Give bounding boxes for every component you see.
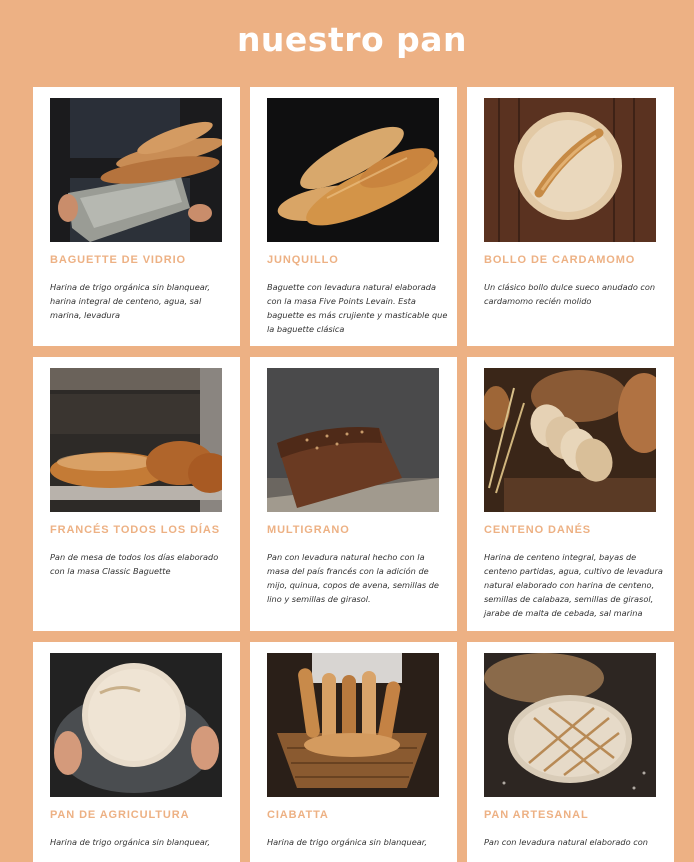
product-name: FRANCÉS TODOS LOS DÍAS xyxy=(50,524,220,536)
product-name: CENTENO DANÉS xyxy=(484,524,592,536)
product-card[interactable]: PAN ARTESANAL Pan con levadura natural e… xyxy=(467,642,674,862)
product-description: Pan con levadura natural elaborado con xyxy=(484,837,648,847)
product-description: Un clásico bollo dulce sueco anudado con… xyxy=(484,282,656,306)
product-description: Harina de centeno integral, bayas de cen… xyxy=(484,552,663,618)
baguettes-on-dark-surface-photo xyxy=(267,98,439,242)
product-card[interactable]: CENTENO DANÉS Harina de centeno integral… xyxy=(467,357,674,631)
product-description: Pan de mesa de todos los días elaborado … xyxy=(50,552,219,576)
product-card[interactable]: BOLLO DE CARDAMOMO Un clásico bollo dulc… xyxy=(467,87,674,346)
loaves-in-oven-photo xyxy=(50,368,222,512)
product-name: MULTIGRANO xyxy=(267,524,350,536)
hands-holding-loaf-photo xyxy=(50,653,222,797)
product-card[interactable]: PAN DE AGRICULTURA Harina de trigo orgán… xyxy=(33,642,240,862)
product-card[interactable]: JUNQUILLO Baguette con levadura natural … xyxy=(250,87,457,346)
product-card[interactable]: BAGUETTE DE VIDRIO Harina de trigo orgán… xyxy=(33,87,240,346)
multigrain-loaf-photo xyxy=(267,368,439,512)
bread-basket-photo xyxy=(267,653,439,797)
product-card[interactable]: FRANCÉS TODOS LOS DÍAS Pan de mesa de to… xyxy=(33,357,240,631)
product-card[interactable]: CIABATTA Harina de trigo orgánica sin bl… xyxy=(250,642,457,862)
artisan-round-loaf-photo xyxy=(484,653,656,797)
product-description: Baguette con levadura natural elaborada … xyxy=(267,282,448,334)
bread-grid: BAGUETTE DE VIDRIO Harina de trigo orgán… xyxy=(33,87,674,862)
round-loaf-on-wood-photo xyxy=(484,98,656,242)
sliced-rye-bread-photo xyxy=(484,368,656,512)
product-name: JUNQUILLO xyxy=(267,254,339,266)
product-name: PAN ARTESANAL xyxy=(484,809,589,821)
product-description: Harina de trigo orgánica sin blanquear, xyxy=(267,837,427,847)
product-description: Harina de trigo orgánica sin blanquear, xyxy=(50,837,210,847)
product-name: BAGUETTE DE VIDRIO xyxy=(50,254,186,266)
product-description: Pan con levadura natural hecho con la ma… xyxy=(267,552,439,604)
product-name: CIABATTA xyxy=(267,809,329,821)
product-name: PAN DE AGRICULTURA xyxy=(50,809,190,821)
baguettes-wrapped-in-cloth-photo xyxy=(50,98,222,242)
product-name: BOLLO DE CARDAMOMO xyxy=(484,254,636,266)
product-card[interactable]: MULTIGRANO Pan con levadura natural hech… xyxy=(250,357,457,631)
product-description: Harina de trigo orgánica sin blanquear, … xyxy=(50,282,210,320)
page-title: nuestro pan xyxy=(236,20,468,59)
